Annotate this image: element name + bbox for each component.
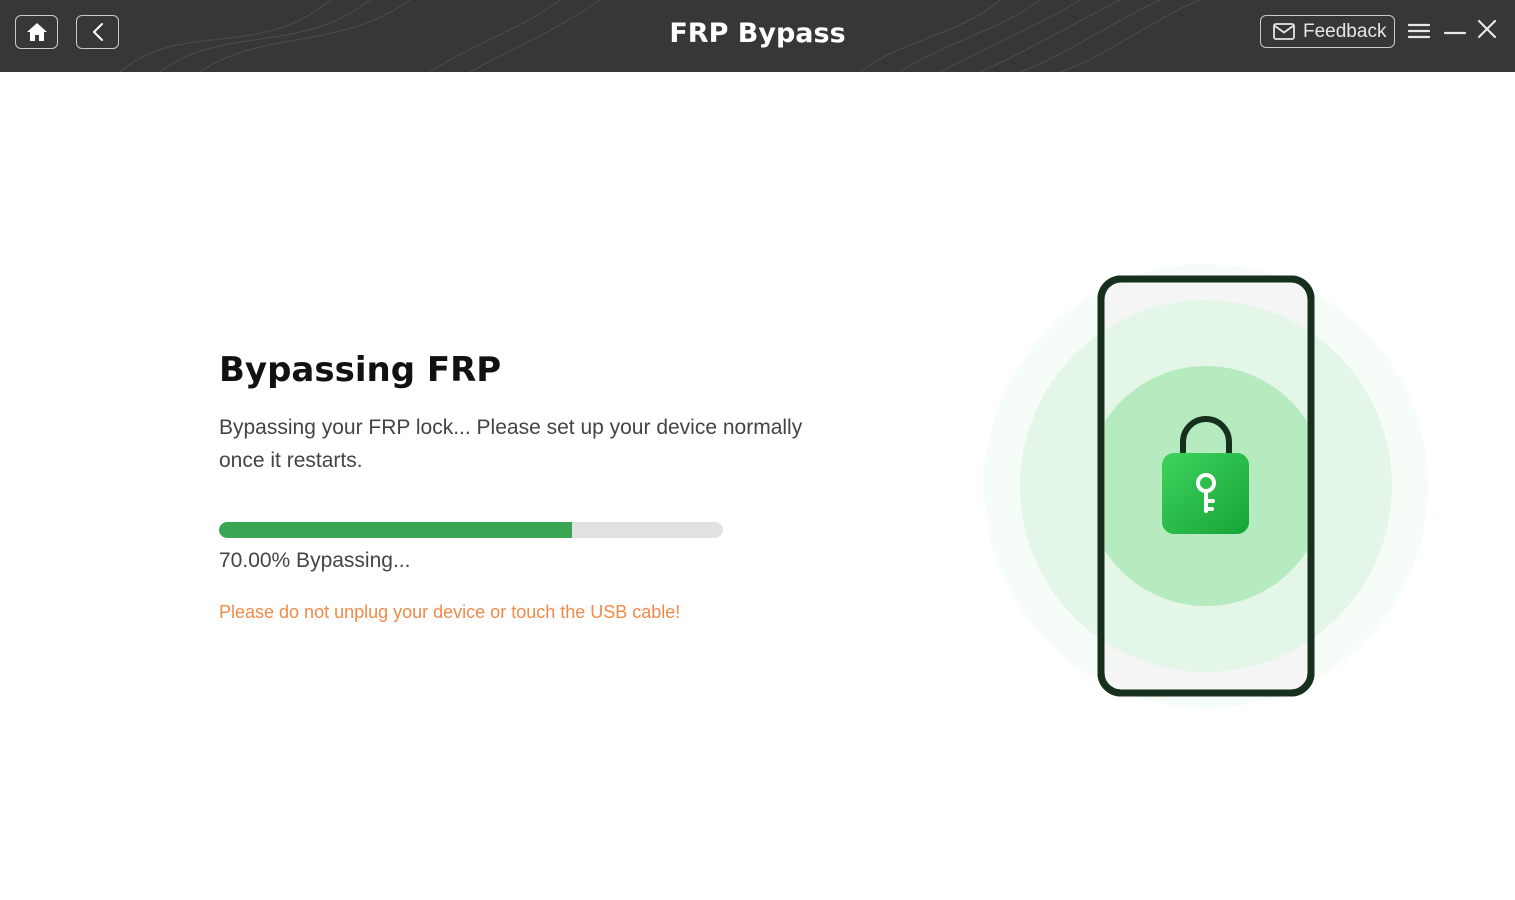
close-icon [1477,19,1497,39]
mail-icon [1273,23,1295,40]
progress-text: 70.00% Bypassing... [219,549,411,572]
progress-bar [219,522,723,538]
back-button[interactable] [76,15,119,49]
close-button[interactable] [1472,14,1502,44]
warning-message: Please do not unplug your device or touc… [219,602,681,622]
page-heading: Bypassing FRP [219,350,502,390]
minimize-icon [1444,31,1466,35]
title-bar: FRP Bypass Feedback [0,0,1515,72]
feedback-label: Feedback [1303,20,1387,42]
feedback-button[interactable]: Feedback [1260,15,1395,48]
chevron-left-icon [92,23,103,41]
progress-bar-fill [219,522,572,538]
status-description: Bypassing your FRP lock... Please set up… [219,416,803,472]
hamburger-menu-icon [1408,23,1430,39]
menu-button[interactable] [1404,16,1434,46]
minimize-button[interactable] [1440,12,1470,42]
home-button[interactable] [15,15,58,49]
home-icon [26,23,47,41]
phone-lock-illustration [984,264,1428,708]
